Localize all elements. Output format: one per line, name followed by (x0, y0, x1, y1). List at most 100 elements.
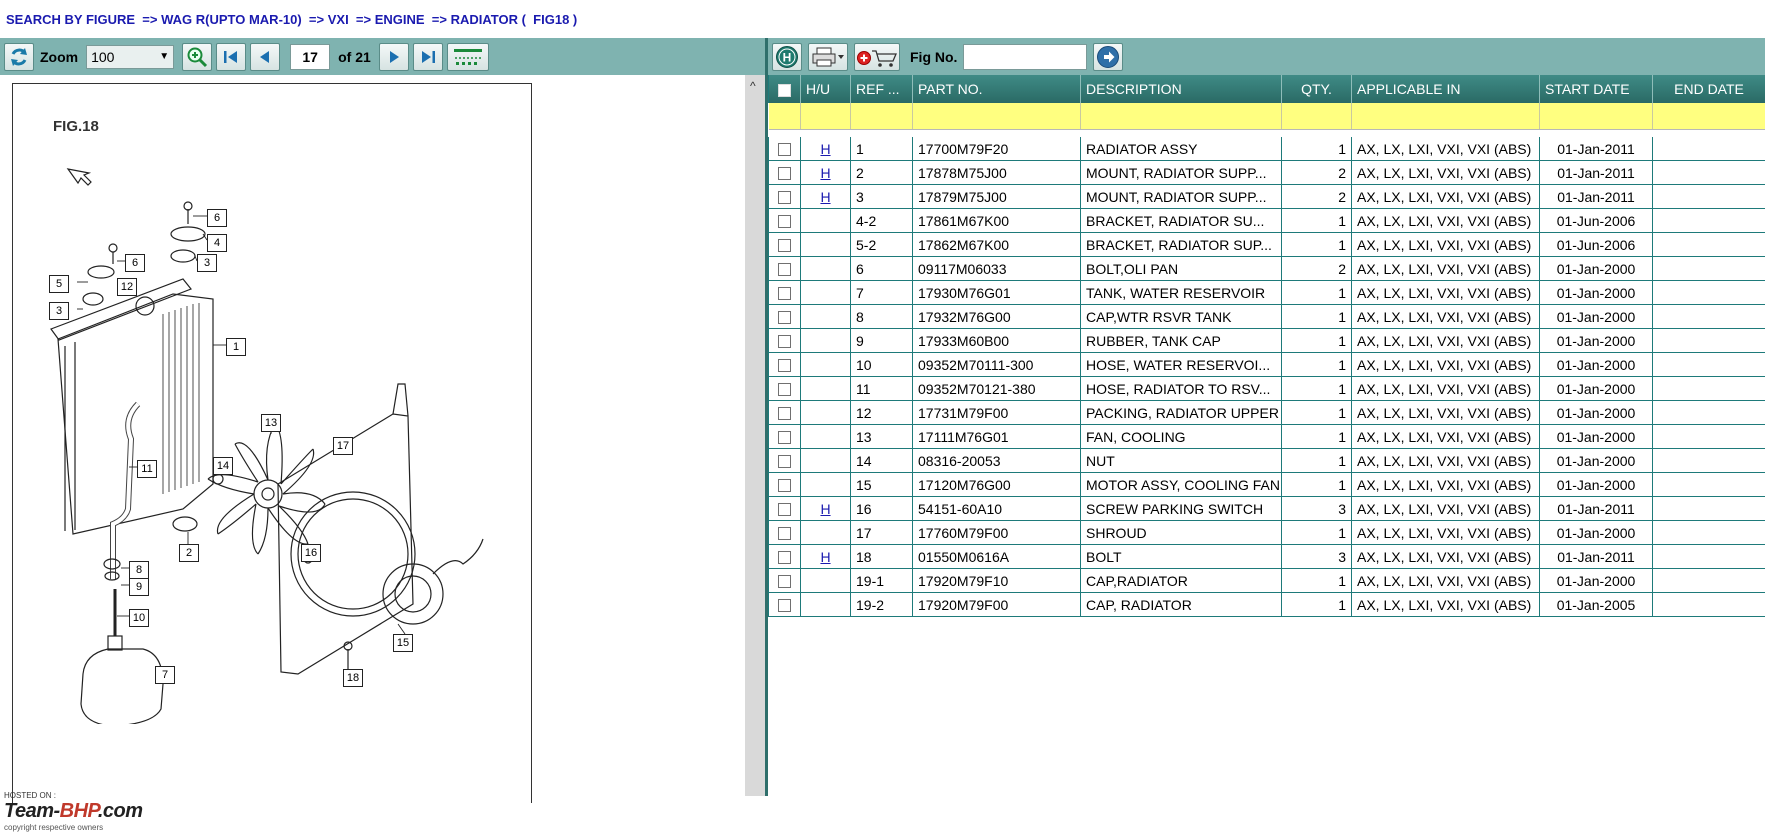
hu-cell[interactable]: H (801, 137, 851, 161)
page-number-input[interactable]: 17 (290, 44, 330, 70)
callout-8[interactable]: 8 (129, 561, 149, 579)
hu-cell[interactable]: H (801, 185, 851, 209)
table-row[interactable]: H1654151-60A10SCREW PARKING SWITCH3AX, L… (769, 497, 1765, 521)
callout-14[interactable]: 14 (213, 457, 233, 475)
row-checkbox-cell[interactable] (769, 545, 801, 569)
table-row[interactable]: 1317111M76G01FAN, COOLING1AX, LX, LXI, V… (769, 425, 1765, 449)
row-checkbox[interactable] (778, 263, 791, 276)
hu-cell[interactable]: H (801, 497, 851, 521)
table-row[interactable]: 817932M76G00CAP,WTR RSVR TANK1AX, LX, LX… (769, 305, 1765, 329)
column-header-applicable-in[interactable]: APPLICABLE IN (1352, 75, 1540, 103)
row-checkbox-cell[interactable] (769, 137, 801, 161)
table-row[interactable]: H217878M75J00MOUNT, RADIATOR SUPP...2AX,… (769, 161, 1765, 185)
refresh-button[interactable] (4, 43, 34, 71)
callout-11[interactable]: 11 (137, 460, 157, 478)
row-checkbox-cell[interactable] (769, 209, 801, 233)
callout-9[interactable]: 9 (129, 578, 149, 596)
row-checkbox-cell[interactable] (769, 425, 801, 449)
print-button[interactable] (808, 43, 848, 71)
row-checkbox-cell[interactable] (769, 233, 801, 257)
select-all-checkbox-cell[interactable] (769, 75, 801, 103)
row-checkbox[interactable] (778, 599, 791, 612)
filter-cell[interactable] (1352, 103, 1540, 130)
callout-6[interactable]: 6 (125, 254, 145, 272)
zoom-select[interactable]: 100 ▼ (86, 45, 174, 69)
table-row[interactable]: 19-117920M79F10CAP,RADIATOR1AX, LX, LXI,… (769, 569, 1765, 593)
select-all-checkbox[interactable] (778, 84, 791, 97)
row-checkbox[interactable] (778, 215, 791, 228)
history-button[interactable]: H (772, 43, 802, 71)
column-header-start-date[interactable]: START DATE (1540, 75, 1653, 103)
row-checkbox[interactable] (778, 503, 791, 516)
callout-2[interactable]: 2 (179, 544, 199, 562)
first-page-button[interactable] (216, 43, 246, 71)
filter-cell[interactable] (1653, 103, 1765, 130)
callout-3[interactable]: 3 (49, 302, 69, 320)
callout-1[interactable]: 1 (226, 338, 246, 356)
column-header-hu[interactable]: H/U (801, 75, 851, 103)
filter-cell[interactable] (801, 103, 851, 130)
filter-cell[interactable] (769, 103, 801, 130)
row-checkbox[interactable] (778, 335, 791, 348)
row-checkbox-cell[interactable] (769, 569, 801, 593)
filter-cell[interactable] (1540, 103, 1653, 130)
filter-row[interactable] (769, 103, 1765, 130)
fit-page-button[interactable] (447, 43, 489, 71)
fig-no-input[interactable] (963, 44, 1087, 70)
go-button[interactable] (1093, 43, 1123, 71)
callout-7[interactable]: 7 (155, 666, 175, 684)
column-header-ref[interactable]: REF ... (851, 75, 913, 103)
history-link[interactable]: H (820, 501, 830, 517)
callout-16[interactable]: 16 (301, 544, 321, 562)
breadcrumb-item[interactable]: VXI (328, 12, 349, 27)
row-checkbox[interactable] (778, 143, 791, 156)
row-checkbox[interactable] (778, 431, 791, 444)
callout-15[interactable]: 15 (393, 634, 413, 652)
callout-6[interactable]: 6 (207, 209, 227, 227)
row-checkbox[interactable] (778, 479, 791, 492)
row-checkbox-cell[interactable] (769, 185, 801, 209)
breadcrumb-item[interactable]: WAG R(UPTO MAR-10) (161, 12, 302, 27)
row-checkbox-cell[interactable] (769, 497, 801, 521)
row-checkbox[interactable] (778, 359, 791, 372)
figure-canvas[interactable]: FIG.18 (0, 75, 745, 796)
hu-cell[interactable]: H (801, 161, 851, 185)
last-page-button[interactable] (413, 43, 443, 71)
row-checkbox[interactable] (778, 239, 791, 252)
row-checkbox-cell[interactable] (769, 521, 801, 545)
row-checkbox[interactable] (778, 191, 791, 204)
column-header-part-no[interactable]: PART NO. (913, 75, 1081, 103)
breadcrumb-item[interactable]: ENGINE (375, 12, 425, 27)
row-checkbox[interactable] (778, 167, 791, 180)
history-link[interactable]: H (820, 141, 830, 157)
row-checkbox-cell[interactable] (769, 257, 801, 281)
table-row[interactable]: 5-217862M67K00BRACKET, RADIATOR SUP...1A… (769, 233, 1765, 257)
row-checkbox-cell[interactable] (769, 401, 801, 425)
filter-cell[interactable] (1081, 103, 1282, 130)
row-checkbox-cell[interactable] (769, 353, 801, 377)
table-row[interactable]: 1217731M79F00PACKING, RADIATOR UPPER1AX,… (769, 401, 1765, 425)
row-checkbox[interactable] (778, 407, 791, 420)
table-row[interactable]: 4-217861M67K00BRACKET, RADIATOR SU...1AX… (769, 209, 1765, 233)
table-row[interactable]: H317879M75J00MOUNT, RADIATOR SUPP...2AX,… (769, 185, 1765, 209)
column-header-description[interactable]: DESCRIPTION (1081, 75, 1282, 103)
history-link[interactable]: H (820, 549, 830, 565)
row-checkbox-cell[interactable] (769, 593, 801, 617)
table-row[interactable]: H117700M79F20RADIATOR ASSY1AX, LX, LXI, … (769, 137, 1765, 161)
next-page-button[interactable] (379, 43, 409, 71)
row-checkbox-cell[interactable] (769, 281, 801, 305)
scroll-up-icon[interactable]: ^ (750, 79, 756, 93)
table-row[interactable]: 1517120M76G00MOTOR ASSY, COOLING FAN1AX,… (769, 473, 1765, 497)
row-checkbox[interactable] (778, 527, 791, 540)
row-checkbox-cell[interactable] (769, 329, 801, 353)
row-checkbox[interactable] (778, 455, 791, 468)
row-checkbox[interactable] (778, 311, 791, 324)
history-link[interactable]: H (820, 165, 830, 181)
table-row[interactable]: 917933M60B00RUBBER, TANK CAP1AX, LX, LXI… (769, 329, 1765, 353)
row-checkbox[interactable] (778, 383, 791, 396)
prev-page-button[interactable] (250, 43, 280, 71)
table-row[interactable]: H1801550M0616ABOLT3AX, LX, LXI, VXI, VXI… (769, 545, 1765, 569)
callout-5[interactable]: 5 (49, 275, 69, 293)
filter-cell[interactable] (913, 103, 1081, 130)
table-row[interactable]: 1109352M70121-380HOSE, RADIATOR TO RSV..… (769, 377, 1765, 401)
